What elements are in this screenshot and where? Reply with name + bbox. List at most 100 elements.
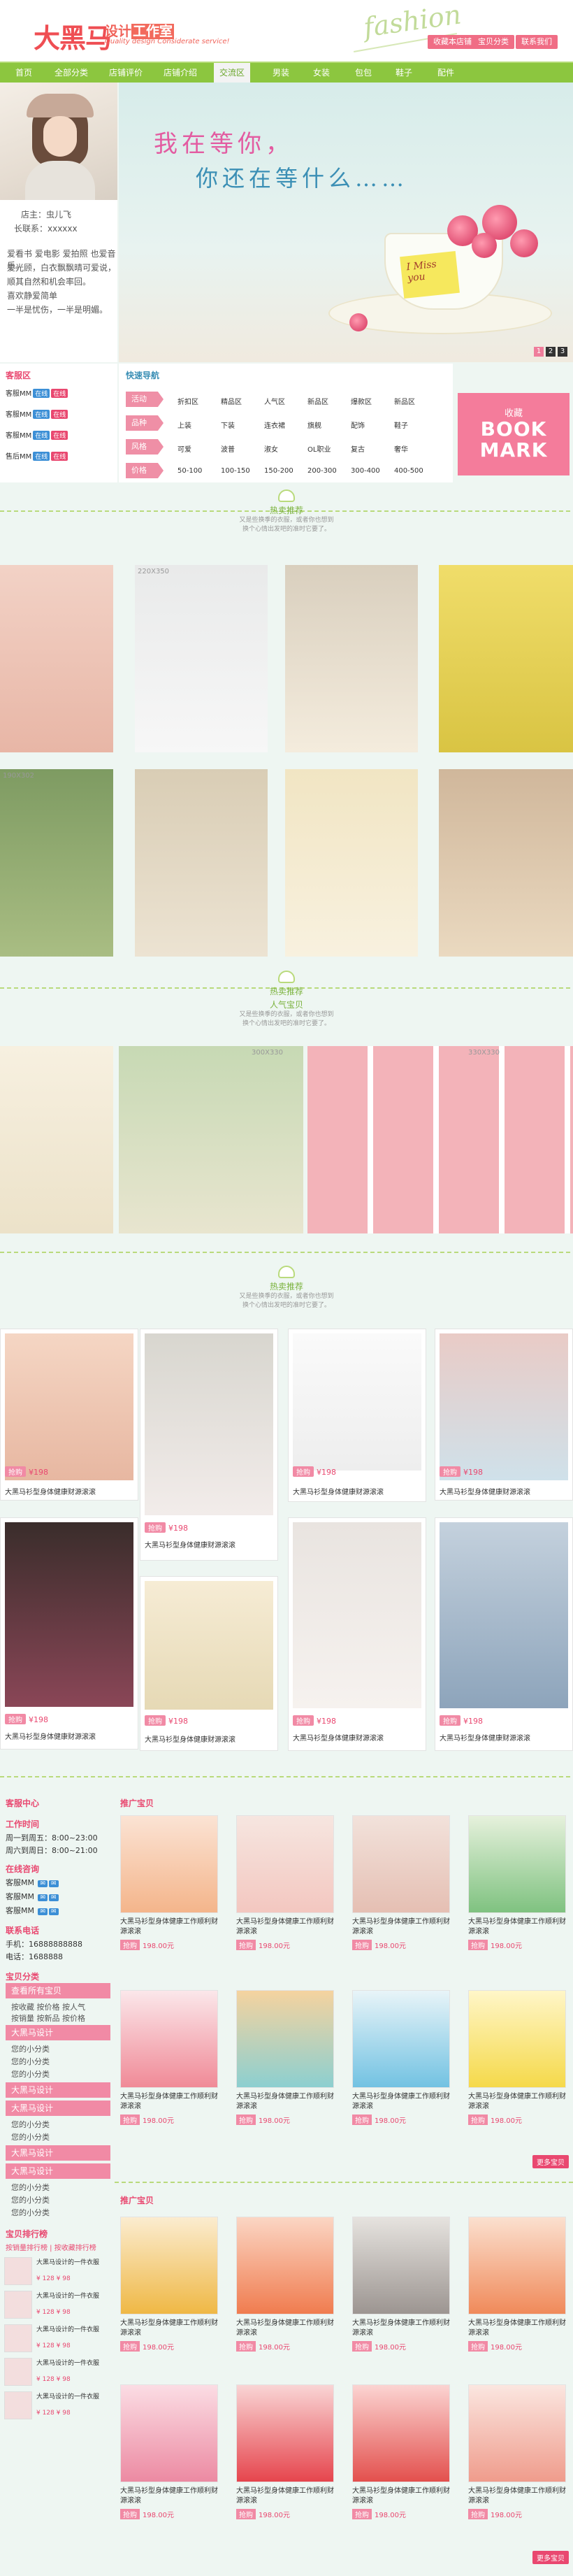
- nav-item-bags[interactable]: 包包: [355, 63, 372, 83]
- service-row[interactable]: 客服MM 在线 在线: [6, 387, 68, 398]
- product-photo[interactable]: [285, 565, 418, 752]
- product-photo[interactable]: [285, 769, 418, 957]
- cat-link[interactable]: 波普: [221, 443, 235, 454]
- product-photo[interactable]: 220X350: [135, 565, 268, 752]
- cat-link[interactable]: 100-150: [221, 467, 250, 475]
- banner-dot[interactable]: 1: [534, 347, 544, 357]
- product-card[interactable]: 抢购 ¥198 大黑马衫型身体健康财源滚滚: [435, 1517, 573, 1751]
- nav-item-all[interactable]: 全部分类: [55, 63, 88, 83]
- category-group[interactable]: 大黑马设计: [6, 2145, 110, 2161]
- cat-link[interactable]: 300-400: [351, 467, 380, 475]
- service-row[interactable]: 客服MM 在线 在线: [6, 408, 68, 419]
- promo-item[interactable]: 大黑马衫型身体健康工作顺利财源滚滚 抢购 198.00元: [352, 1815, 456, 1955]
- buy-button[interactable]: 抢购: [440, 1715, 460, 1726]
- banner-dot[interactable]: 3: [558, 347, 567, 357]
- category-group[interactable]: 大黑马设计: [6, 2101, 110, 2116]
- promo-item[interactable]: 大黑马衫型身体健康工作顺利财源滚滚 抢购 198.00元: [120, 1815, 224, 1955]
- product-photo[interactable]: [439, 769, 573, 957]
- buy-button[interactable]: 抢购: [5, 1466, 26, 1477]
- more-button[interactable]: 更多宝贝: [532, 2155, 569, 2168]
- online-contact[interactable]: 客服MM ✉ ✉: [6, 1891, 59, 1902]
- favorite-shop-button[interactable]: 收藏本店铺: [428, 35, 477, 49]
- product-photo[interactable]: 190X302: [0, 769, 113, 957]
- cat-link[interactable]: 复古: [351, 443, 365, 454]
- nav-item-accessories[interactable]: 配件: [437, 63, 454, 83]
- promo-item[interactable]: 大黑马衫型身体健康工作顺利财源滚滚 抢购 198.00元: [236, 1815, 340, 1955]
- promo-item[interactable]: 大黑马衫型身体健康工作顺利财源滚滚 抢购 198.00元: [352, 1990, 456, 2130]
- cat-link[interactable]: 折扣区: [177, 396, 198, 406]
- category-item[interactable]: 您的小分类: [11, 2131, 50, 2142]
- banner-dot[interactable]: 2: [546, 347, 556, 357]
- cat-link[interactable]: 上装: [177, 420, 191, 430]
- cat-link[interactable]: 奢华: [394, 443, 408, 454]
- product-photo[interactable]: [135, 769, 268, 957]
- sort-links[interactable]: 按销量 按新品 按价格: [11, 2012, 85, 2024]
- category-item[interactable]: 您的小分类: [11, 2056, 50, 2067]
- promo-item[interactable]: 大黑马衫型身体健康工作顺利财源滚滚 抢购 198.00元: [468, 2217, 572, 2356]
- cat-link[interactable]: 新品区: [307, 396, 328, 406]
- cat-link[interactable]: 精品区: [221, 396, 242, 406]
- categories-button[interactable]: 宝贝分类: [472, 35, 514, 49]
- bookmark-button[interactable]: 收藏 BOOK MARK: [458, 393, 570, 475]
- rank-item[interactable]: 大黑马设计的一件衣服 ¥ 128 ¥ 98: [4, 2291, 110, 2321]
- product-card[interactable]: 抢购 ¥198 大黑马衫型身体健康财源滚滚: [288, 1517, 426, 1751]
- cat-link[interactable]: 爆款区: [351, 396, 372, 406]
- cat-link[interactable]: 配饰: [351, 420, 365, 430]
- promo-item[interactable]: 大黑马衫型身体健康工作顺利财源滚滚 抢购 198.00元: [468, 2384, 572, 2524]
- promo-item[interactable]: 大黑马衫型身体健康工作顺利财源滚滚 抢购 198.00元: [120, 2384, 224, 2524]
- hero-banner[interactable]: 我在等你， 你还在等什么…… I Miss you 123: [119, 83, 573, 362]
- rank-item[interactable]: 大黑马设计的一件衣服 ¥ 128 ¥ 98: [4, 2358, 110, 2389]
- nav-item-reviews[interactable]: 店铺评价: [109, 63, 143, 83]
- cat-link[interactable]: 淑女: [264, 443, 278, 454]
- cat-link[interactable]: 下装: [221, 420, 235, 430]
- view-all-button[interactable]: 查看所有宝贝: [6, 1983, 110, 1998]
- nav-item-shoes[interactable]: 鞋子: [396, 63, 412, 83]
- product-photo[interactable]: 300X330: [119, 1046, 303, 1233]
- category-item[interactable]: 您的小分类: [11, 2194, 50, 2205]
- cat-link[interactable]: 200-300: [307, 467, 337, 475]
- promo-item[interactable]: 大黑马衫型身体健康工作顺利财源滚滚 抢购 198.00元: [120, 1990, 224, 2130]
- buy-button[interactable]: 抢购: [5, 1714, 26, 1724]
- cat-link[interactable]: 可爱: [177, 443, 191, 454]
- product-photo[interactable]: [0, 1046, 113, 1233]
- product-photo[interactable]: 330X330: [307, 1046, 573, 1233]
- rank-item[interactable]: 大黑马设计的一件衣服 ¥ 128 ¥ 98: [4, 2324, 110, 2355]
- rank-tabs[interactable]: 按销量排行榜 | 按收藏排行榜: [6, 2242, 96, 2252]
- product-card[interactable]: 抢购 ¥198 大黑马衫型身体健康财源滚滚: [435, 1329, 573, 1501]
- online-contact[interactable]: 客服MM ✉ ✉: [6, 1877, 59, 1888]
- product-card[interactable]: 抢购 ¥198 大黑马衫型身体健康财源滚滚: [140, 1329, 278, 1561]
- category-item[interactable]: 您的小分类: [11, 2182, 50, 2193]
- promo-item[interactable]: 大黑马衫型身体健康工作顺利财源滚滚 抢购 198.00元: [236, 1990, 340, 2130]
- product-card[interactable]: 抢购 ¥198 大黑马衫型身体健康财源滚滚: [0, 1517, 138, 1749]
- sort-links[interactable]: 按收藏 按价格 按人气: [11, 2001, 85, 2012]
- product-card[interactable]: 抢购 ¥198 大黑马衫型身体健康财源滚滚: [140, 1576, 278, 1751]
- cat-link[interactable]: 400-500: [394, 467, 423, 475]
- cat-link[interactable]: 连衣裙: [264, 420, 285, 430]
- buy-button[interactable]: 抢购: [145, 1715, 166, 1726]
- product-card[interactable]: 抢购 ¥198 大黑马衫型身体健康财源滚滚: [288, 1329, 426, 1502]
- nav-item-forum[interactable]: 交流区: [214, 63, 251, 83]
- promo-item[interactable]: 大黑马衫型身体健康工作顺利财源滚滚 抢购 198.00元: [468, 1815, 572, 1955]
- cat-link[interactable]: 人气区: [264, 396, 285, 406]
- nav-item-men[interactable]: 男装: [273, 63, 289, 83]
- buy-button[interactable]: 抢购: [293, 1466, 314, 1477]
- rank-item[interactable]: 大黑马设计的一件衣服 ¥ 128 ¥ 98: [4, 2257, 110, 2288]
- online-contact[interactable]: 客服MM ✉ ✉: [6, 1905, 59, 1916]
- promo-item[interactable]: 大黑马衫型身体健康工作顺利财源滚滚 抢购 198.00元: [352, 2384, 456, 2524]
- category-group[interactable]: 大黑马设计: [6, 2082, 110, 2098]
- promo-item[interactable]: 大黑马衫型身体健康工作顺利财源滚滚 抢购 198.00元: [236, 2217, 340, 2356]
- cat-link[interactable]: 旗舰: [307, 420, 321, 430]
- product-photo[interactable]: [439, 565, 573, 752]
- promo-item[interactable]: 大黑马衫型身体健康工作顺利财源滚滚 抢购 198.00元: [468, 1990, 572, 2130]
- category-group[interactable]: 大黑马设计: [6, 2163, 110, 2179]
- rank-item[interactable]: 大黑马设计的一件衣服 ¥ 128 ¥ 98: [4, 2391, 110, 2422]
- buy-button[interactable]: 抢购: [293, 1715, 314, 1726]
- cat-link[interactable]: OL职业: [307, 443, 331, 454]
- category-group[interactable]: 大黑马设计: [6, 2025, 110, 2040]
- nav-item-women[interactable]: 女装: [313, 63, 330, 83]
- product-card[interactable]: 抢购 ¥198 大黑马衫型身体健康财源滚滚: [0, 1329, 138, 1501]
- cat-link[interactable]: 新品区: [394, 396, 415, 406]
- shop-logo[interactable]: 大黑马: [34, 17, 112, 55]
- cat-link[interactable]: 50-100: [177, 467, 202, 475]
- service-row[interactable]: 售后MM 在线 在线: [6, 450, 68, 461]
